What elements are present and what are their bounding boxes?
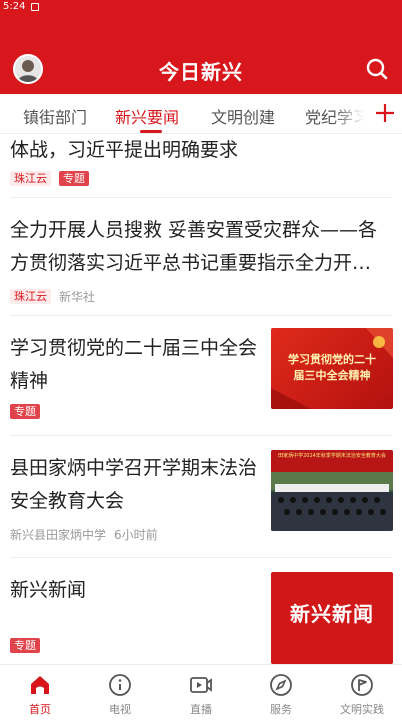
news-thumbnail: 新兴新闻: [271, 572, 393, 664]
news-item[interactable]: 全力开展人员搜救 妥善安置受灾群众——各方贯彻落实习近平总书记重要指示全力开… …: [0, 198, 402, 326]
news-thumbnail: 学习贯彻党的二十 届三中全会精神: [271, 328, 393, 409]
news-meta: 珠江云 专题: [10, 171, 89, 186]
news-meta: 珠江云 新华社: [10, 288, 95, 305]
page-title: 今日新兴: [159, 60, 243, 84]
publisher: 新华社: [59, 290, 96, 304]
channel-tabs: 镇街部门 新兴要闻 文明创建 党纪学习: [0, 94, 402, 134]
tab-fade: [334, 94, 372, 133]
nav-label: 直播: [190, 703, 212, 716]
nav-live[interactable]: 直播: [161, 669, 241, 717]
bottom-nav: 首页 电视 直播 服务 文明实践: [0, 664, 402, 720]
news-title: 县田家炳中学召开学期末法治安全教育大会: [10, 457, 258, 512]
news-meta: 专题: [10, 404, 40, 419]
plus-icon: [376, 104, 394, 122]
nav-label: 电视: [109, 703, 131, 716]
news-item[interactable]: 县田家炳中学召开学期末法治安全教育大会 新兴县田家炳中学 6小时前 田家炳中学2…: [0, 436, 402, 558]
compass-icon: [270, 674, 292, 696]
status-bar: 5:24: [0, 0, 402, 14]
live-video-icon: [190, 677, 212, 693]
thumbnail-caption-line1: 学习贯彻党的二十: [288, 353, 376, 366]
search-button[interactable]: [365, 57, 389, 81]
add-channel-button[interactable]: [374, 102, 396, 124]
nav-service[interactable]: 服务: [241, 669, 321, 717]
thumbnail-banner-text: 田家炳中学2024年秋季学期末法治安全教育大会: [278, 453, 386, 459]
news-item[interactable]: 体战，习近平提出明确要求 珠江云 专题: [0, 134, 402, 198]
news-item[interactable]: 学习贯彻党的二十届三中全会精神 专题 学习贯彻党的二十 届三中全会精神: [0, 316, 402, 436]
tab-towns[interactable]: 镇街部门: [23, 104, 87, 128]
news-meta: 专题: [10, 638, 40, 653]
publish-time: 6小时前: [114, 528, 158, 542]
topic-tag: 专题: [10, 638, 40, 653]
app-header: 今日新兴: [0, 14, 402, 94]
nav-label: 首页: [29, 703, 51, 716]
active-tab-indicator: [140, 130, 162, 133]
tab-civilization[interactable]: 文明创建: [211, 104, 275, 128]
nav-tv[interactable]: 电视: [80, 669, 160, 717]
topic-tag: 专题: [59, 171, 89, 186]
news-title: 学习贯彻党的二十届三中全会精神: [10, 337, 258, 392]
tab-xinxing-news[interactable]: 新兴要闻: [115, 104, 179, 128]
app-root: 5:24 今日新兴 镇街部门 新兴要闻 文明创建 党纪学习: [0, 0, 402, 720]
home-icon: [31, 676, 49, 694]
nav-home[interactable]: 首页: [0, 669, 80, 717]
nav-label: 文明实践: [340, 703, 384, 716]
source-tag: 珠江云: [10, 171, 51, 186]
thumbnail-caption: 新兴新闻: [290, 602, 374, 626]
source-tag: 珠江云: [10, 289, 51, 304]
search-icon: [366, 58, 388, 80]
news-item[interactable]: 新兴新闻 专题 新兴新闻: [0, 558, 402, 664]
info-circle-icon: [109, 674, 131, 696]
news-thumbnail: 田家炳中学2024年秋季学期末法治安全教育大会: [271, 450, 393, 531]
flag-circle-icon: [351, 674, 373, 696]
publisher: 新兴县田家炳中学: [10, 528, 107, 542]
thumbnail-caption-line2: 届三中全会精神: [293, 369, 371, 382]
news-title: 全力开展人员搜救 妥善安置受灾群众——各方贯彻落实习近平总书记重要指示全力开…: [10, 219, 378, 274]
status-time: 5:24: [3, 1, 26, 12]
news-meta: 新兴县田家炳中学 6小时前: [10, 526, 158, 543]
news-title: 新兴新闻: [10, 579, 87, 601]
notification-icon: [31, 3, 40, 11]
topic-tag: 专题: [10, 404, 40, 419]
news-title: 体战，习近平提出明确要求: [10, 139, 239, 161]
news-feed: 体战，习近平提出明确要求 珠江云 专题 全力开展人员搜救 妥善安置受灾群众——各…: [0, 134, 402, 664]
assembly-photo-icon: [271, 450, 393, 531]
nav-label: 服务: [270, 703, 292, 716]
nav-civilization[interactable]: 文明实践: [322, 669, 402, 717]
